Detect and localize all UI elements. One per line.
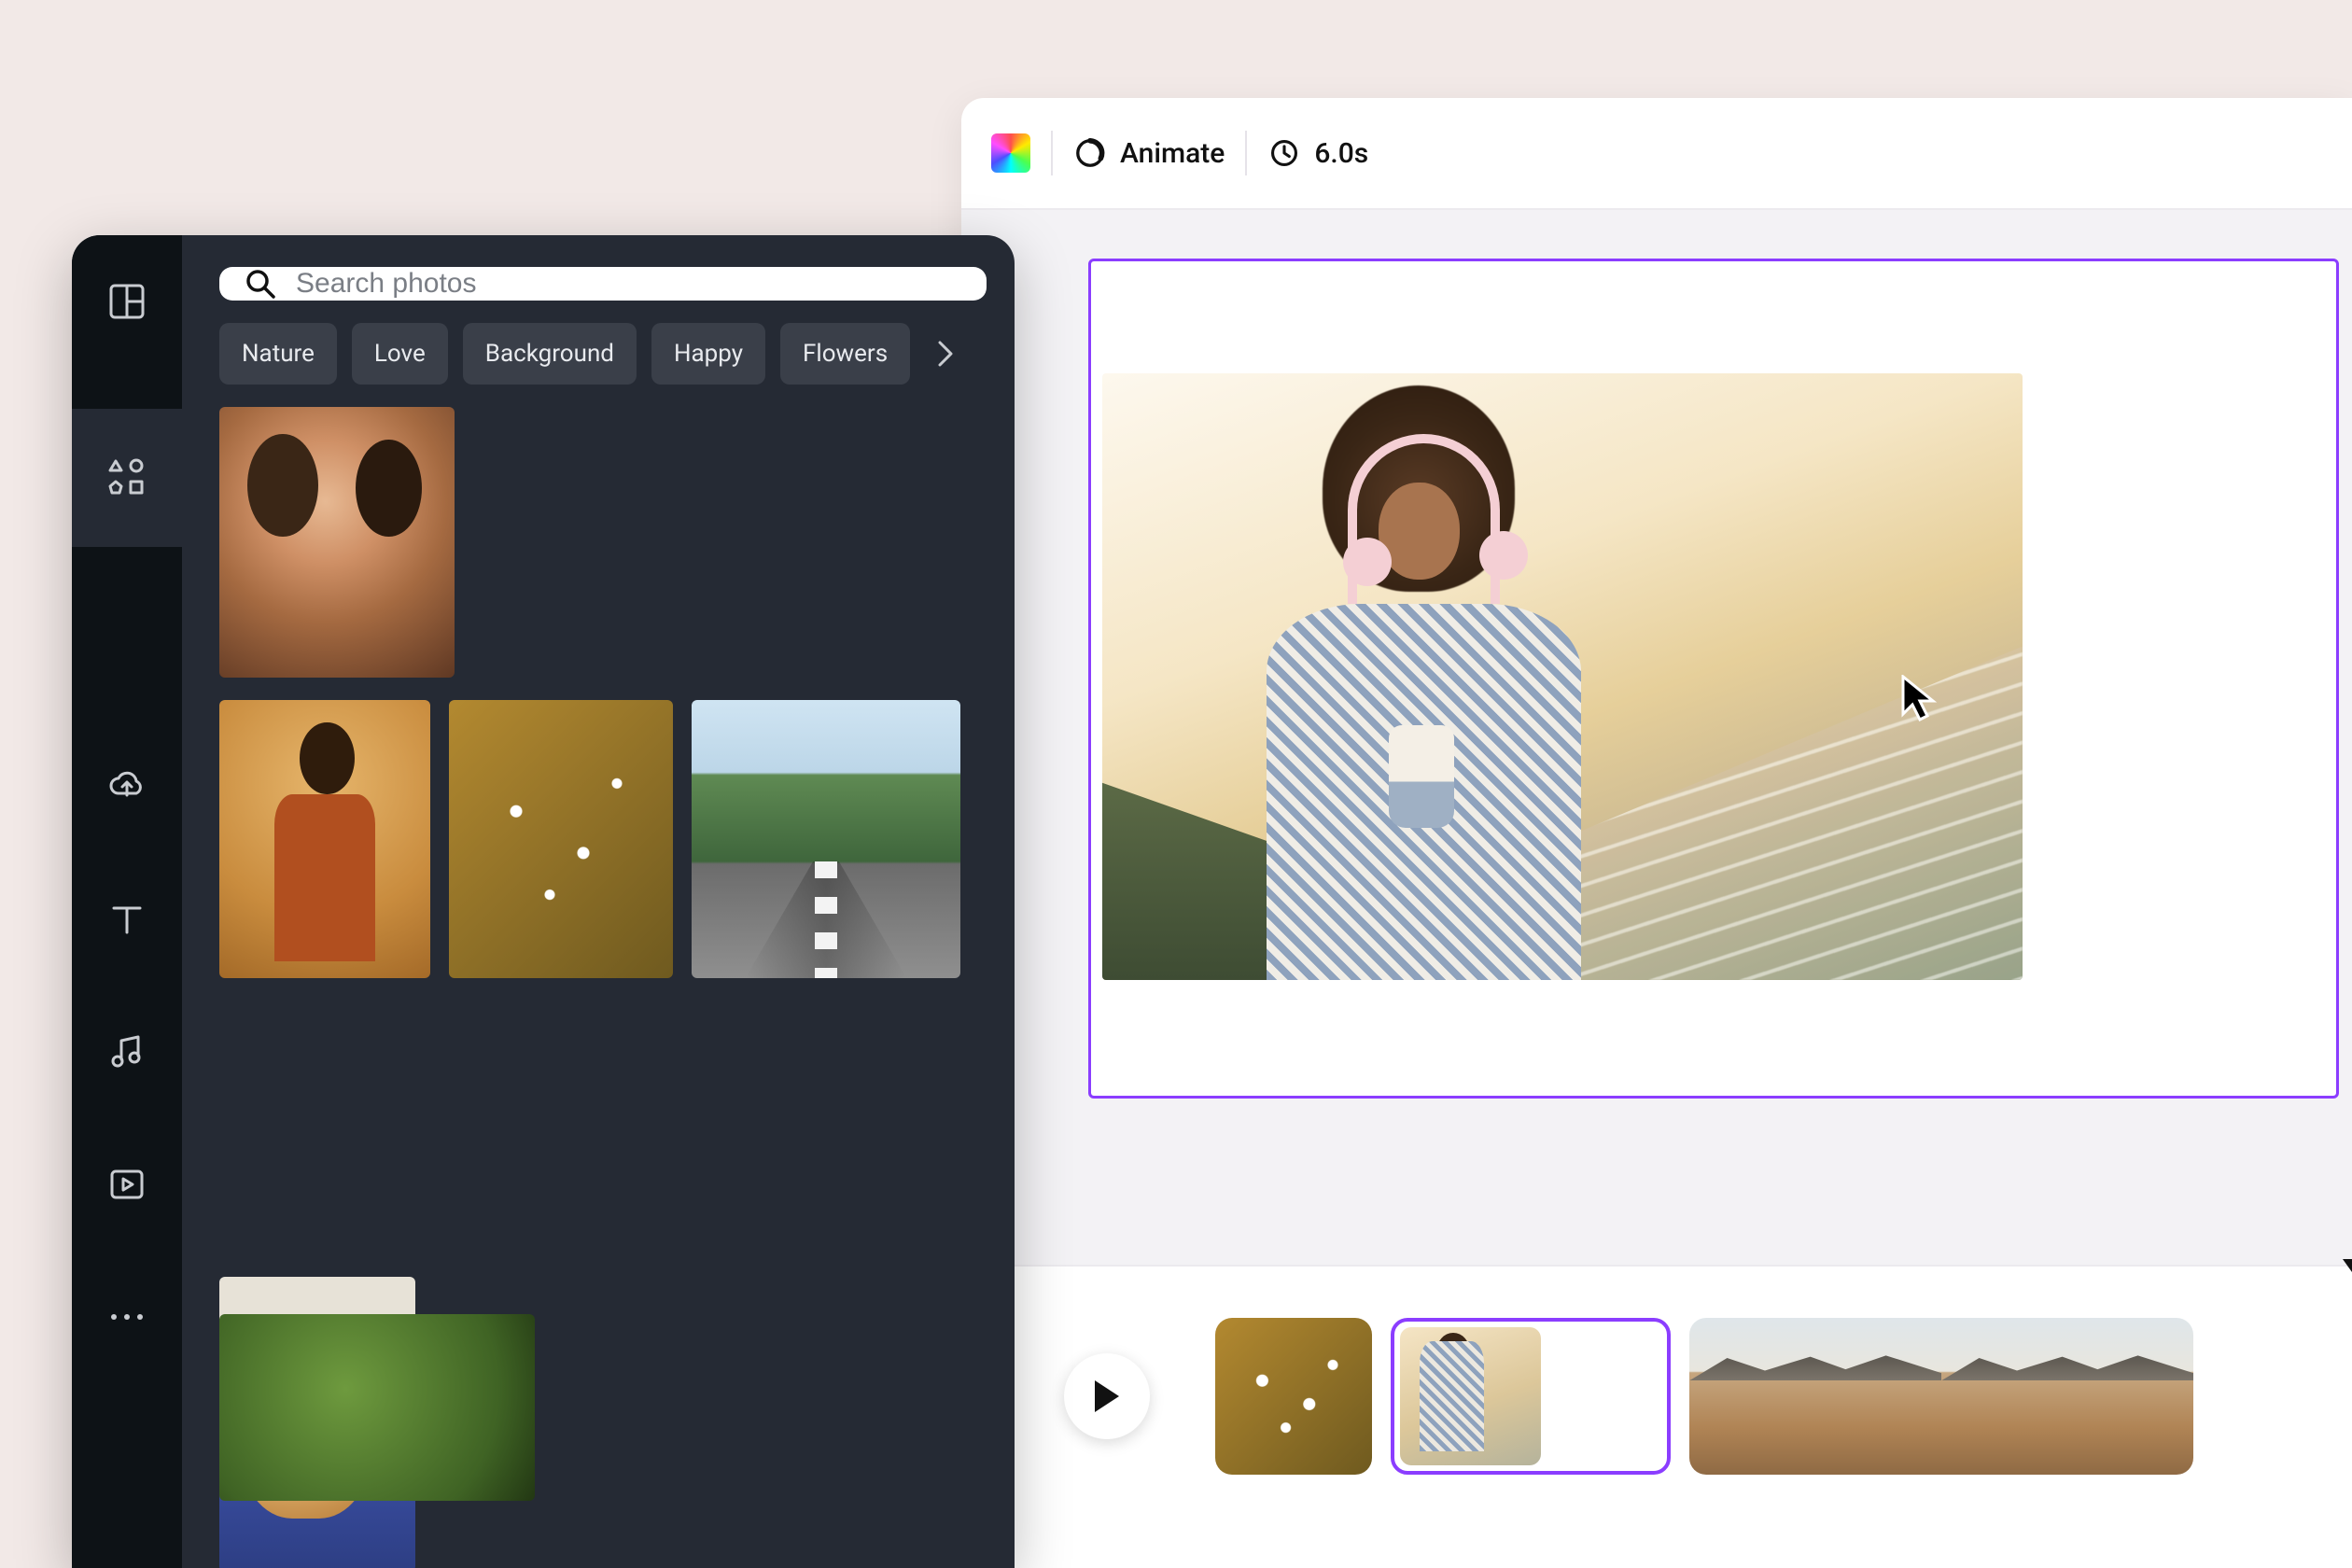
chip-nature[interactable]: Nature <box>219 323 337 385</box>
playhead-marker-icon[interactable] <box>2341 1257 2352 1274</box>
rail-elements[interactable] <box>72 409 182 547</box>
rail-uploads[interactable] <box>102 762 152 812</box>
duration-label: 6.0s <box>1314 137 1368 170</box>
templates-icon <box>106 281 147 322</box>
photo-thumb[interactable] <box>692 700 960 978</box>
canvas-image[interactable] <box>1102 373 2023 980</box>
asset-panel: Nature Love Background Happy Flowers <box>72 235 1015 1568</box>
search-bar[interactable] <box>219 267 987 301</box>
chip-background[interactable]: Background <box>463 323 637 385</box>
more-icon <box>108 1311 146 1323</box>
animate-label: Animate <box>1120 137 1225 170</box>
timeline-clips <box>1215 1318 2193 1475</box>
search-input[interactable] <box>296 268 962 300</box>
chevron-right-icon <box>936 339 955 369</box>
clock-icon <box>1267 136 1301 170</box>
animate-button[interactable]: Animate <box>1073 136 1225 170</box>
photo-thumb[interactable] <box>219 700 430 978</box>
toolbar-separator <box>1245 131 1247 175</box>
rail-videos[interactable] <box>102 1159 152 1210</box>
photo-thumb[interactable] <box>219 407 455 678</box>
video-icon <box>106 1164 147 1205</box>
timeline-clip[interactable] <box>1215 1318 1372 1475</box>
rail-audio[interactable] <box>102 1027 152 1077</box>
rail-more[interactable] <box>102 1292 152 1342</box>
animate-icon <box>1073 136 1107 170</box>
chip-happy[interactable]: Happy <box>651 323 765 385</box>
category-chips: Nature Love Background Happy Flowers <box>219 323 987 385</box>
timeline-clip[interactable] <box>1689 1318 2193 1475</box>
music-note-icon <box>106 1031 147 1072</box>
search-icon <box>244 267 277 301</box>
editor-window: Animate 6.0s <box>961 98 2352 1568</box>
toolbar-separator <box>1051 131 1053 175</box>
duration-button[interactable]: 6.0s <box>1267 136 1368 170</box>
photo-thumb[interactable] <box>219 1314 535 1501</box>
text-icon <box>108 901 146 938</box>
editor-toolbar: Animate 6.0s <box>961 98 2352 210</box>
side-rail <box>72 235 182 1568</box>
canvas-area[interactable] <box>961 210 2352 1265</box>
timeline-clip-selected[interactable] <box>1391 1318 1671 1475</box>
photo-grid <box>219 407 987 1568</box>
cursor-icon <box>1899 675 1939 727</box>
rail-text[interactable] <box>102 894 152 945</box>
panel-body: Nature Love Background Happy Flowers <box>182 235 1015 1568</box>
chips-scroll-right[interactable] <box>925 333 966 374</box>
chip-flowers[interactable]: Flowers <box>780 323 910 385</box>
play-button[interactable] <box>1064 1353 1150 1439</box>
chip-love[interactable]: Love <box>352 323 448 385</box>
canvas[interactable] <box>1088 259 2339 1099</box>
photo-thumb[interactable] <box>449 700 673 978</box>
rail-templates[interactable] <box>102 276 152 327</box>
color-picker-swatch[interactable] <box>991 133 1030 173</box>
timeline <box>961 1265 2352 1526</box>
upload-cloud-icon <box>105 765 148 808</box>
play-icon <box>1091 1379 1123 1414</box>
elements-icon <box>105 455 149 500</box>
